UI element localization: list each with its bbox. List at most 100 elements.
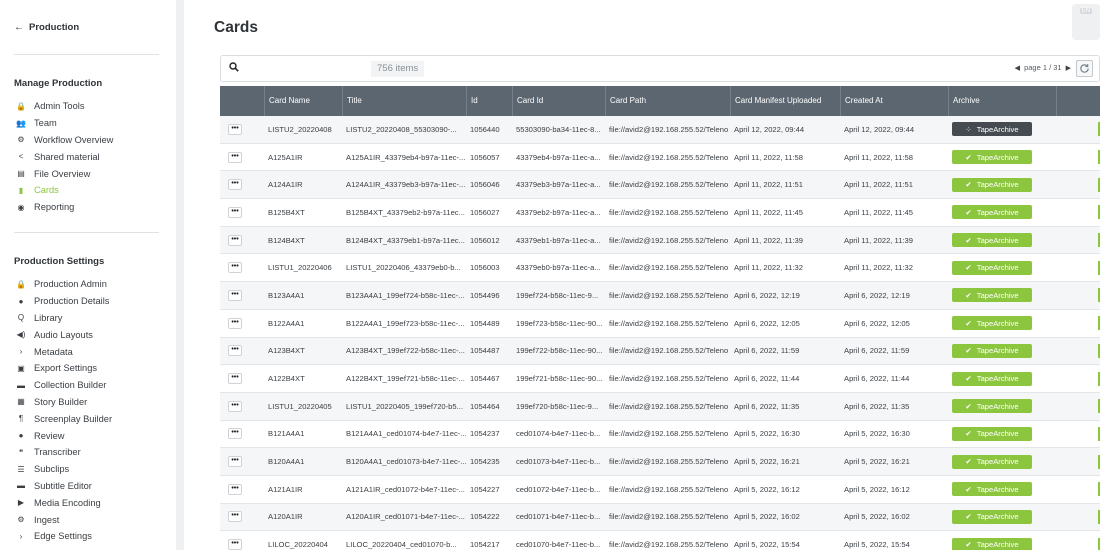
sidebar-item-subtitle-editor[interactable]: ▬ Subtitle Editor [14, 478, 164, 495]
cell-created: April 5, 2022, 16:21 [844, 457, 910, 467]
cell-title: B123A4A1_199ef724-b58c-11ec-... [346, 290, 465, 300]
row-menu-button[interactable]: ••• [228, 400, 242, 412]
column-header[interactable]: Card Id [512, 86, 605, 116]
row-menu-button[interactable]: ••• [228, 539, 242, 550]
sidebar-item-edge-settings[interactable]: › Edge Settings [14, 528, 164, 545]
sidebar-item-export-settings[interactable]: ▣ Export Settings [14, 360, 164, 377]
sidebar-item-ingest[interactable]: ⚙ Ingest [14, 511, 164, 528]
tape-archive-button[interactable]: ✔ TapeArchive [952, 205, 1032, 220]
table-row[interactable]: ••• B121A4A1 B121A4A1_ced01074-b4e7-11ec-.… [220, 421, 1100, 449]
sidebar-item-media-encoding[interactable]: ▶ Media Encoding [14, 494, 164, 511]
table-row[interactable]: ••• LILOC_20220404 LILOC_20220404_ced01070… [220, 531, 1100, 550]
sidebar-item-audio-layouts[interactable]: ◀) Audio Layouts [14, 326, 164, 343]
row-menu-button[interactable]: ••• [228, 289, 242, 301]
tape-archive-button[interactable]: ⁘ TapeArchive [952, 122, 1032, 137]
row-menu-button[interactable]: ••• [228, 234, 242, 246]
items-count: 756 items [371, 61, 425, 77]
sidebar-item-shared-material[interactable]: < Shared material [14, 148, 164, 165]
table-row[interactable]: ••• A124A1IR A124A1IR_43379eb3-b97a-11ec-.… [220, 171, 1100, 200]
table-row[interactable]: ••• B123A4A1 B123A4A1_199ef724-b58c-11ec-.… [220, 282, 1100, 310]
sidebar-item-library[interactable]: Q Library [14, 310, 164, 327]
table-row[interactable]: ••• LISTU1_20220405 LISTU1_20220405_199ef7… [220, 392, 1100, 421]
column-header [220, 86, 264, 116]
sidebar-item-production-details[interactable]: ● Production Details [14, 293, 164, 310]
tape-archive-button[interactable]: ✔ TapeArchive [952, 316, 1032, 331]
sidebar-item-cards[interactable]: ▮ Cards [14, 182, 164, 199]
sidebar-item-label: Team [34, 118, 57, 129]
row-menu-button[interactable]: ••• [228, 206, 242, 218]
sidebar-item-admin-tools[interactable]: 🔒 Admin Tools [14, 98, 164, 115]
tape-archive-button[interactable]: ✔ TapeArchive [952, 482, 1032, 497]
row-menu-button[interactable]: ••• [228, 317, 242, 329]
tape-archive-button[interactable]: ✔ TapeArchive [952, 260, 1032, 275]
column-header[interactable]: Title [342, 86, 466, 116]
cell-manifest: April 6, 2022, 11:44 [734, 374, 800, 384]
tape-archive-button[interactable]: ✔ TapeArchive [952, 343, 1032, 358]
file-overview-icon: ▤ [17, 169, 25, 179]
table-row[interactable]: ••• B125B4XT B125B4XT_43379eb2-b97a-11ec..… [220, 199, 1100, 227]
language-badge[interactable]: EN [1072, 4, 1100, 40]
row-menu-button[interactable]: ••• [228, 511, 242, 523]
column-header[interactable]: Card Name [264, 86, 342, 116]
sidebar-item-review[interactable]: ● Review [14, 427, 164, 444]
table-row[interactable]: ••• LISTU2_20220408 LISTU2_20220408_553030… [220, 116, 1100, 144]
row-menu-button[interactable]: ••• [228, 151, 242, 163]
cell-card-id: 199ef722-b58c-11ec-90... [516, 346, 603, 356]
tape-archive-button[interactable]: ✔ TapeArchive [952, 371, 1032, 386]
cell-manifest: April 5, 2022, 16:12 [734, 484, 800, 494]
tape-archive-button[interactable]: ✔ TapeArchive [952, 177, 1032, 192]
row-menu-button[interactable]: ••• [228, 345, 242, 357]
row-menu-button[interactable]: ••• [228, 456, 242, 468]
tape-archive-button[interactable]: ✔ TapeArchive [952, 288, 1032, 303]
sidebar-item-metadata[interactable]: › Metadata [14, 343, 164, 360]
row-menu-button[interactable]: ••• [228, 179, 242, 191]
tape-archive-button[interactable]: ✔ TapeArchive [952, 399, 1032, 414]
column-header[interactable]: Id [466, 86, 512, 116]
sidebar-item-screenplay-builder[interactable]: ¶ Screenplay Builder [14, 410, 164, 427]
search-icon[interactable] [229, 62, 239, 72]
table-row[interactable]: ••• A125A1IR A125A1IR_43379eb4-b97a-11ec-.… [220, 144, 1100, 172]
table-row[interactable]: ••• A121A1IR A121A1IR_ced01072-b4e7-11ec-.… [220, 476, 1100, 504]
cell-id: 1056057 [470, 152, 500, 162]
column-header[interactable]: Created At [840, 86, 948, 116]
cell-manifest: April 5, 2022, 15:54 [734, 540, 800, 550]
cell-created: April 6, 2022, 12:19 [844, 290, 910, 300]
sidebar-item-collection-builder[interactable]: ▬ Collection Builder [14, 377, 164, 394]
table-row[interactable]: ••• A123B4XT A123B4XT_199ef722-b58c-11ec-.… [220, 337, 1100, 366]
archive-cell: ✔ TapeArchive [948, 509, 1056, 524]
table-row[interactable]: ••• B120A4A1 B120A4A1_ced01073-b4e7-11ec-.… [220, 448, 1100, 476]
sidebar-item-transcriber[interactable]: ❝ Transcriber [14, 444, 164, 461]
tape-archive-button[interactable]: ✔ TapeArchive [952, 537, 1032, 550]
row-menu-button[interactable]: ••• [228, 483, 242, 495]
table-row[interactable]: ••• B122A4A1 B122A4A1_199ef723-b58c-11ec-.… [220, 310, 1100, 338]
cell-title: A120A1IR_ced01071-b4e7-11ec-... [346, 512, 465, 522]
row-menu-button[interactable]: ••• [228, 373, 242, 385]
row-menu-button[interactable]: ••• [228, 262, 242, 274]
sidebar-item-reporting[interactable]: ◉ Reporting [14, 199, 164, 216]
sidebar-item-team[interactable]: 👥 Team [14, 115, 164, 132]
sidebar-item-file-overview[interactable]: ▤ File Overview [14, 165, 164, 182]
sidebar-item-subclips[interactable]: ☰ Subclips [14, 461, 164, 478]
table-row[interactable]: ••• A122B4XT A122B4XT_199ef721-b58c-11ec-.… [220, 365, 1100, 393]
sidebar-item-story-builder[interactable]: ▦ Story Builder [14, 394, 164, 411]
row-menu-button[interactable]: ••• [228, 123, 242, 135]
next-page-icon[interactable]: ▶ [1066, 64, 1071, 72]
sidebar-item-production-admin[interactable]: 🔒 Production Admin [14, 276, 164, 293]
tape-archive-button[interactable]: ✔ TapeArchive [952, 150, 1032, 165]
sidebar-item-workflow-overview[interactable]: ⚙ Workflow Overview [14, 132, 164, 149]
tape-archive-button[interactable]: ✔ TapeArchive [952, 509, 1032, 524]
previous-page-icon[interactable]: ◀ [1015, 64, 1020, 72]
tape-archive-button[interactable]: ✔ TapeArchive [952, 426, 1032, 441]
column-header[interactable]: Archive [948, 86, 1056, 116]
table-row[interactable]: ••• B124B4XT B124B4XT_43379eb1-b97a-11ec..… [220, 226, 1100, 255]
tape-archive-button[interactable]: ✔ TapeArchive [952, 454, 1032, 469]
table-row[interactable]: ••• A120A1IR A120A1IR_ced01071-b4e7-11ec-.… [220, 503, 1100, 532]
tape-archive-button[interactable]: ✔ TapeArchive [952, 233, 1032, 248]
table-row[interactable]: ••• LISTU1_20220406 LISTU1_20220406_43379e… [220, 254, 1100, 283]
column-header[interactable]: Card Path [605, 86, 730, 116]
refresh-button[interactable] [1076, 60, 1093, 77]
back-to-production-link[interactable]: ← Production [14, 22, 79, 33]
row-menu-button[interactable]: ••• [228, 428, 242, 440]
column-header[interactable]: Card Manifest Uploaded [730, 86, 840, 116]
cell-created: April 11, 2022, 11:58 [844, 152, 913, 162]
